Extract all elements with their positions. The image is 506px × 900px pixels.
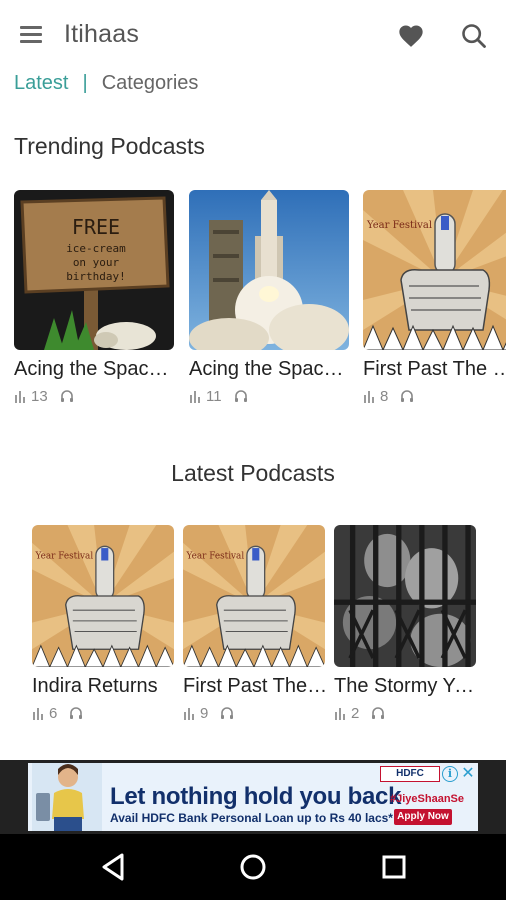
back-icon[interactable] <box>96 849 132 885</box>
podcast-thumbnail: Year Festival ! <box>32 525 174 667</box>
trending-section-title: Trending Podcasts <box>14 133 205 159</box>
play-count: 13 <box>31 387 48 405</box>
headphones-icon <box>60 389 74 403</box>
recents-icon[interactable] <box>376 849 412 885</box>
headphones-icon <box>234 389 248 403</box>
ad-info-icon[interactable]: i <box>442 766 458 782</box>
festival-text: Year Festival ! <box>186 552 251 562</box>
podcast-stats: 13 <box>14 387 174 405</box>
podcast-card[interactable]: Year Festival ! First Past The Post 8 <box>363 190 506 405</box>
podcast-title: First Past The Post <box>183 675 329 697</box>
ad-person-image <box>32 763 102 831</box>
play-count: 9 <box>200 704 209 722</box>
bar-chart-icon <box>32 706 46 720</box>
ad-hashtag: #JiyeShaanSe <box>390 793 464 805</box>
podcast-title: The Stormy Years <box>334 675 480 697</box>
latest-section-title: Latest Podcasts <box>171 460 335 486</box>
bar-chart-icon <box>334 706 348 720</box>
bar-chart-icon <box>189 389 203 403</box>
podcast-stats: 9 <box>183 704 343 722</box>
podcast-card[interactable]: FREE ice-cream on your birthday! Acing t… <box>14 190 176 405</box>
podcast-card[interactable]: Year Festival ! Indira Returns 6 <box>32 525 192 722</box>
tab-bar: Latest | Categories <box>14 70 198 96</box>
tab-categories[interactable]: Categories <box>102 72 199 95</box>
headphones-icon <box>69 706 83 720</box>
ad-banner[interactable]: Let nothing hold you back Avail HDFC Ban… <box>28 763 478 831</box>
headphones-icon <box>220 706 234 720</box>
ad-close-icon[interactable]: ✕ <box>460 765 476 783</box>
app-title: Itihaas <box>64 20 140 48</box>
podcast-stats: 8 <box>363 387 506 405</box>
ad-headline: Let nothing hold you back <box>110 783 402 810</box>
bar-chart-icon <box>363 389 377 403</box>
sign-text-line4: birthday! <box>66 270 126 283</box>
bar-chart-icon <box>183 706 197 720</box>
ad-container: Let nothing hold you back Avail HDFC Ban… <box>0 760 506 834</box>
heart-icon[interactable] <box>397 22 425 50</box>
podcast-card[interactable]: Acing the Space Race 11 <box>189 190 351 405</box>
podcast-thumbnail: Year Festival ! <box>363 190 506 350</box>
podcast-thumbnail <box>334 525 476 667</box>
headphones-icon <box>400 389 414 403</box>
sign-text-line2: ice-cream <box>66 242 126 255</box>
play-count: 11 <box>206 387 222 405</box>
home-icon[interactable] <box>235 849 271 885</box>
menu-icon[interactable] <box>18 24 44 46</box>
podcast-title: Acing the Space Race <box>14 358 176 380</box>
festival-text: Year Festival ! <box>366 220 439 231</box>
sign-text-free: FREE <box>72 215 120 239</box>
podcast-title: First Past The Post <box>363 358 506 380</box>
sign-text-line3: on your <box>73 256 120 269</box>
headphones-icon <box>371 706 385 720</box>
podcast-card[interactable]: Year Festival ! First Past The Post 9 <box>183 525 343 722</box>
podcast-stats: 2 <box>334 704 494 722</box>
podcast-title: Indira Returns <box>32 675 158 697</box>
play-count: 6 <box>49 704 58 722</box>
search-icon[interactable] <box>460 22 488 50</box>
play-count: 2 <box>351 704 360 722</box>
play-count: 8 <box>380 387 389 405</box>
podcast-title: Acing the Space Race <box>189 358 351 380</box>
bar-chart-icon <box>14 389 28 403</box>
system-nav-bar <box>0 834 506 900</box>
podcast-stats: 6 <box>32 704 192 722</box>
festival-text: Year Festival ! <box>35 552 100 562</box>
tab-separator: | <box>82 71 88 94</box>
podcast-thumbnail <box>189 190 349 350</box>
ad-subline: Avail HDFC Bank Personal Loan up to Rs 4… <box>110 811 393 825</box>
podcast-stats: 11 <box>189 387 349 405</box>
ad-apply-button[interactable]: Apply Now <box>394 809 452 825</box>
ad-brand-logo: HDFC <box>380 766 440 782</box>
app-bar: Itihaas <box>0 0 506 70</box>
podcast-thumbnail: Year Festival ! <box>183 525 325 667</box>
podcast-card[interactable]: The Stormy Years 2 <box>334 525 494 722</box>
tab-latest[interactable]: Latest <box>14 72 68 95</box>
podcast-thumbnail: FREE ice-cream on your birthday! <box>14 190 174 350</box>
